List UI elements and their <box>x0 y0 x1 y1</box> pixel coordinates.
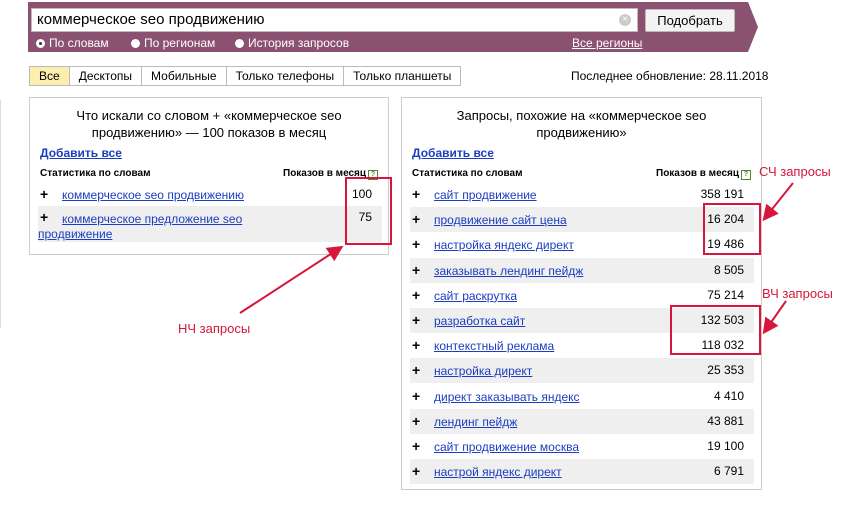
high-freq-arrow <box>762 300 787 335</box>
annotation-arrows <box>239 182 794 335</box>
low-freq-arrow <box>239 245 344 314</box>
mid-freq-arrow <box>762 182 794 222</box>
